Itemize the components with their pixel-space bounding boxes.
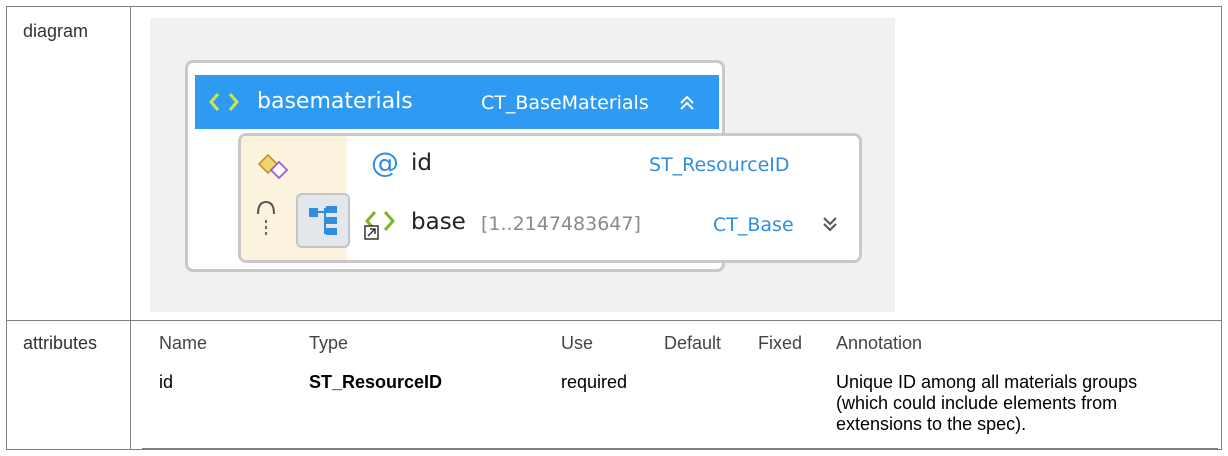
element-header[interactable]: basematerials CT_BaseMaterials [195, 75, 719, 129]
annotation-line: Unique ID among all materials groups [836, 372, 1138, 392]
schema-table: diagram attributes basematerials CT_Base… [6, 6, 1222, 450]
header-default: Default [664, 333, 722, 353]
attribute-row-name: id [159, 372, 174, 392]
header-type: Type [309, 333, 349, 353]
attribute-group-icon [257, 153, 289, 180]
attribute-row-annotation: Unique ID among all materials groups (wh… [836, 372, 1137, 435]
column-divider [130, 7, 131, 449]
collapse-chevrons-icon[interactable] [677, 93, 697, 113]
attribute-type: ST_ResourceID [649, 154, 790, 176]
attribute-row-use: required [561, 372, 628, 392]
annotation-line: (which could include elements from [836, 393, 1118, 413]
model-group-box [296, 193, 350, 248]
attribute-group-column [241, 136, 350, 260]
child-cardinality: [1..2147483647] [481, 213, 641, 235]
header-fixed: Fixed [758, 333, 803, 353]
header-use: Use [561, 333, 594, 353]
element-name: basematerials [257, 89, 413, 114]
header-name: Name [159, 333, 208, 353]
schema-diagram: basematerials CT_BaseMaterials @ id ST_R… [150, 18, 895, 312]
annotation-line: extensions to the spec). [836, 414, 1027, 434]
element-type: CT_BaseMaterials [481, 92, 649, 114]
attribute-at-icon: @ [371, 146, 399, 179]
child-element-icon [364, 211, 396, 240]
element-icon [209, 93, 239, 111]
row-label-attributes: attributes [23, 333, 98, 353]
row-bottom-rule [142, 448, 1218, 449]
model-group-icon [309, 206, 337, 235]
attribute-name[interactable]: id [411, 150, 432, 176]
row-divider [7, 320, 1221, 321]
sequence-icon [257, 200, 275, 238]
header-annotation: Annotation [836, 333, 923, 353]
type-content-box: @ id ST_ResourceID base [1..2147483647] … [238, 133, 862, 263]
attribute-row-type[interactable]: ST_ResourceID [309, 372, 442, 393]
row-label-diagram: diagram [23, 21, 89, 41]
child-element-type: CT_Base [713, 214, 794, 236]
child-element-name[interactable]: base [411, 209, 466, 235]
expand-chevrons-icon[interactable] [821, 214, 839, 234]
